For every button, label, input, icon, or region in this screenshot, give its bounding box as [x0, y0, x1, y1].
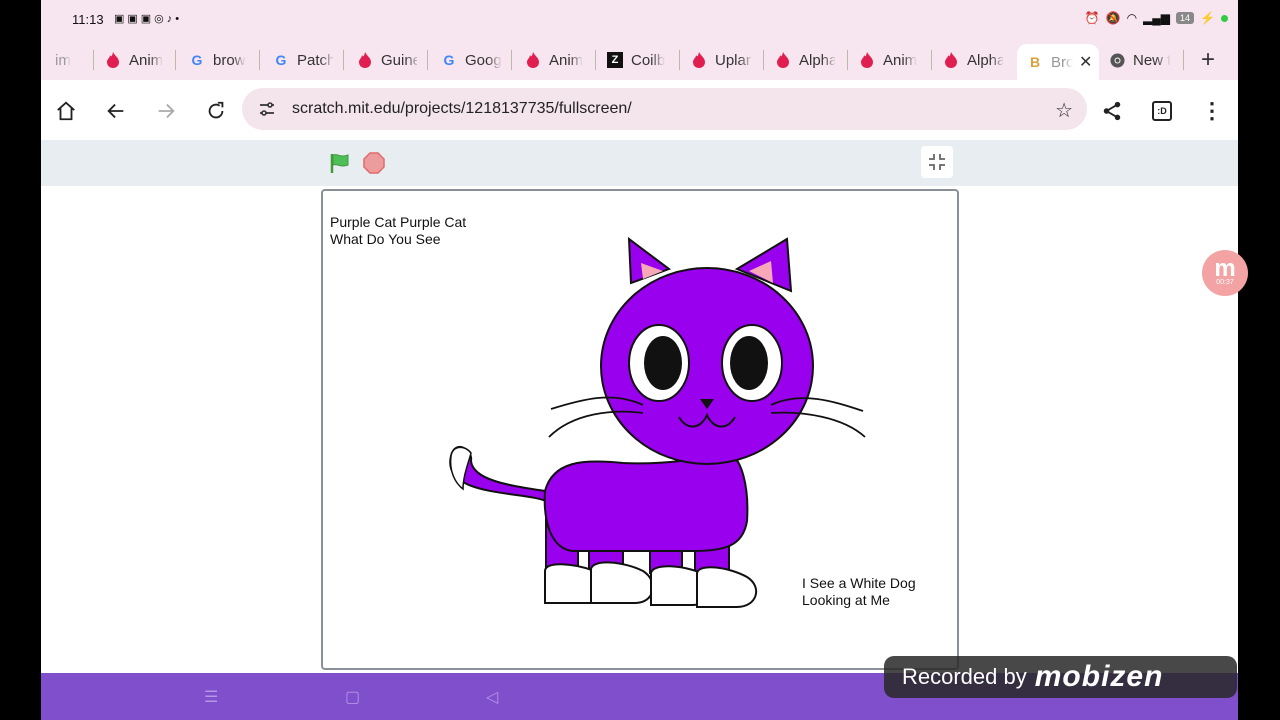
tab-5[interactable]: G Goog	[441, 48, 501, 72]
mobizen-bubble[interactable]: m 00:37	[1202, 250, 1248, 296]
flame-icon	[105, 52, 121, 68]
tab-divider	[679, 50, 680, 70]
status-time: 11:13	[72, 12, 104, 27]
plus-icon: +	[1201, 48, 1216, 72]
google-icon: G	[191, 52, 203, 68]
home-nav-icon[interactable]: ▢	[345, 687, 360, 707]
signal-icon: ▂▄▆	[1143, 11, 1171, 25]
google-icon: G	[443, 52, 455, 68]
tab-switcher-button[interactable]: :D	[1149, 98, 1175, 124]
stop-button[interactable]	[362, 151, 386, 180]
tab-1[interactable]: Anim	[105, 48, 165, 72]
tab-divider	[93, 50, 94, 70]
coin-icon: B	[1029, 54, 1041, 70]
tab-divider	[427, 50, 428, 70]
recording-watermark: Recorded by mobizen	[884, 656, 1237, 698]
stop-icon	[363, 152, 385, 174]
alarm-icon: ⏰	[1084, 11, 1100, 25]
menu-button[interactable]: ⋮	[1199, 98, 1225, 124]
new-tab-button[interactable]: +	[1201, 48, 1225, 72]
tab-strip: im Anim G brow G Patch Guine G Goog Anim…	[41, 40, 1238, 80]
address-bar[interactable]: scratch.mit.edu/projects/1218137735/full…	[242, 88, 1087, 130]
tab-divider	[763, 50, 764, 70]
tab-divider	[343, 50, 344, 70]
notification-icons: ▣▣▣◎♪•	[114, 13, 183, 25]
status-right-icons: ⏰ 🔕 ◠ ▂▄▆ 14 ⚡	[1085, 11, 1228, 25]
close-tab-icon[interactable]: ✕	[1079, 52, 1092, 72]
tab-13[interactable]: New t	[1109, 48, 1179, 72]
more-vert-icon: ⋮	[1201, 98, 1223, 123]
tab-count-icon: :D	[1152, 101, 1172, 121]
tab-divider	[175, 50, 176, 70]
exit-fullscreen-button[interactable]	[921, 146, 953, 178]
reload-button[interactable]	[203, 98, 229, 124]
status-bar: 11:13 ▣▣▣◎♪• ⏰ 🔕 ◠ ▂▄▆ 14 ⚡	[41, 0, 1238, 40]
chrome-icon	[1109, 52, 1125, 68]
purple-cat-sprite	[449, 236, 866, 608]
tab-7[interactable]: Z Coilb	[607, 48, 667, 72]
flame-icon	[691, 52, 707, 68]
share-button[interactable]	[1099, 98, 1125, 124]
forward-button[interactable]	[153, 98, 179, 124]
privacy-dot	[1221, 14, 1228, 22]
tab-2[interactable]: G brow	[189, 48, 249, 72]
scratch-stage[interactable]: Purple Cat Purple Cat What Do You See I …	[321, 189, 959, 670]
wifi-icon: ◠	[1126, 11, 1138, 25]
green-flag-icon	[330, 154, 349, 173]
tab-3[interactable]: G Patch	[273, 48, 333, 72]
flame-icon	[943, 52, 959, 68]
url-text[interactable]: scratch.mit.edu/projects/1218137735/full…	[292, 100, 632, 118]
tab-divider	[259, 50, 260, 70]
charging-icon: ⚡	[1200, 11, 1215, 25]
flame-icon	[357, 52, 373, 68]
home-button[interactable]	[53, 98, 79, 124]
tab-divider	[931, 50, 932, 70]
flame-icon	[859, 52, 875, 68]
recents-icon[interactable]: ☰	[204, 687, 218, 707]
flame-icon	[525, 52, 541, 68]
tab-divider	[595, 50, 596, 70]
tab-6[interactable]: Anim	[525, 48, 585, 72]
z-icon: Z	[607, 52, 623, 68]
tab-divider	[847, 50, 848, 70]
tab-10[interactable]: Anim	[859, 48, 919, 72]
tab-11[interactable]: Alpha	[943, 48, 1003, 72]
home-icon	[57, 101, 75, 121]
green-flag-button[interactable]	[329, 152, 351, 179]
tab-divider	[1183, 50, 1184, 70]
bookmark-star-icon[interactable]: ☆	[1055, 98, 1073, 123]
tab-4[interactable]: Guine	[357, 48, 417, 72]
forward-arrow-icon	[158, 103, 175, 119]
exit-fullscreen-icon	[929, 154, 945, 170]
tab-8[interactable]: Uplan	[691, 48, 751, 72]
share-icon	[1103, 101, 1121, 121]
site-settings-icon[interactable]	[258, 100, 276, 123]
reload-icon	[208, 101, 224, 119]
back-button[interactable]	[103, 98, 129, 124]
tab-divider	[511, 50, 512, 70]
tab-active[interactable]: B Bro ✕	[1017, 44, 1099, 80]
browser-toolbar: scratch.mit.edu/projects/1218137735/full…	[41, 80, 1238, 140]
flame-icon	[775, 52, 791, 68]
scratch-player-bar	[41, 140, 1238, 186]
back-nav-icon[interactable]: ◁	[486, 687, 498, 707]
back-arrow-icon	[107, 103, 124, 119]
battery-icon: 14	[1176, 12, 1195, 24]
mute-icon: 🔕	[1105, 11, 1121, 25]
tab-partial[interactable]: im	[55, 48, 85, 72]
tab-9[interactable]: Alpha	[775, 48, 835, 72]
google-icon: G	[275, 52, 287, 68]
device-screen: 11:13 ▣▣▣◎♪• ⏰ 🔕 ◠ ▂▄▆ 14 ⚡ im Anim G br…	[41, 0, 1238, 720]
